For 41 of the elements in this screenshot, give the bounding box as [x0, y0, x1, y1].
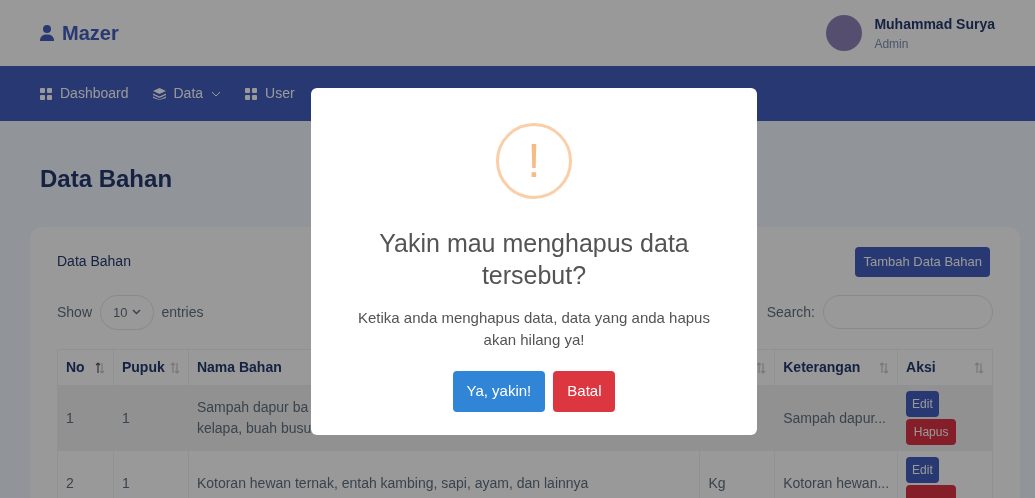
warning-icon: !: [496, 123, 572, 199]
edit-button[interactable]: Edit: [906, 391, 939, 418]
delete-button[interactable]: Hapus: [906, 419, 957, 446]
table-cell-text: Sampah dapur ba: [196, 398, 310, 418]
sort-icon[interactable]: [94, 361, 105, 374]
table-cell-text: Kotoran hewan ternak, entah kambing, sapi, ayam, dan lainnya: [196, 473, 590, 493]
table-cell-text: kelapa, buah busu: [196, 419, 313, 439]
table-cell: Kotoran hewan...: [783, 474, 890, 491]
table-cell: Sampah dapur...: [783, 409, 886, 426]
entries-label: entries: [161, 302, 204, 322]
edit-button[interactable]: Edit: [906, 457, 939, 483]
layers-icon: [152, 87, 166, 100]
column-header[interactable]: Aksi: [906, 357, 936, 378]
column-header[interactable]: No: [66, 357, 85, 378]
search-label: Search:: [766, 302, 815, 322]
table-cell: Kg: [708, 474, 726, 491]
grid-icon: [245, 87, 258, 100]
table-cell: 2: [66, 474, 74, 491]
nav-link[interactable]: Dashboard: [40, 83, 129, 104]
nav-link[interactable]: Data: [152, 83, 222, 104]
avatar[interactable]: [826, 15, 863, 51]
sort-icon[interactable]: [756, 361, 767, 374]
column-header[interactable]: Nama Bahan: [196, 357, 282, 378]
nav-link[interactable]: User: [245, 83, 295, 104]
show-label: Show: [57, 302, 93, 322]
card-title: Data Bahan: [57, 252, 131, 272]
user-icon: [40, 25, 54, 41]
chevron-down-icon: [131, 309, 141, 316]
grid-icon: [40, 87, 52, 100]
add-button[interactable]: Tambah Data Bahan: [855, 247, 990, 277]
page-title: Data Bahan: [40, 164, 174, 194]
table-cell: 1: [121, 474, 130, 491]
brand-name[interactable]: Mazer: [62, 19, 119, 47]
dialog-message: Ketika anda menghapus data, data yang anda hapus akan hilang ya!: [357, 308, 711, 350]
confirm-button[interactable]: Ya, yakin!: [452, 371, 546, 412]
table-cell: 1: [66, 409, 74, 426]
dialog-title: Yakin mau menghapus data tersebut?: [378, 228, 690, 291]
user-role: Admin: [874, 35, 910, 53]
cancel-button[interactable]: Batal: [553, 371, 616, 412]
user-name: Muhammad Surya: [874, 14, 995, 34]
table-cell: 1: [121, 409, 130, 426]
